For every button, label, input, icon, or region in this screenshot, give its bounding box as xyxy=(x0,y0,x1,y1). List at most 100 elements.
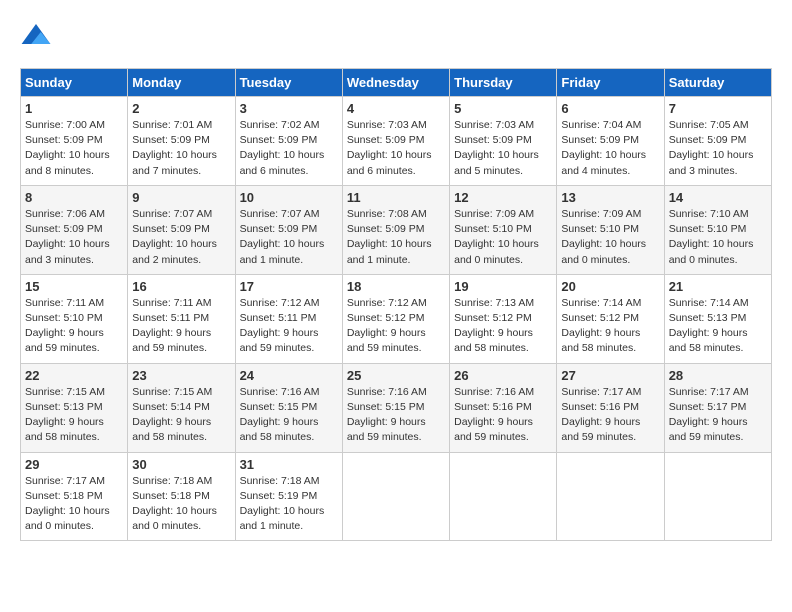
calendar-cell: 20 Sunrise: 7:14 AM Sunset: 5:12 PM Dayl… xyxy=(557,274,664,363)
day-info: Sunrise: 7:09 AM Sunset: 5:10 PM Dayligh… xyxy=(454,207,552,268)
calendar-cell: 21 Sunrise: 7:14 AM Sunset: 5:13 PM Dayl… xyxy=(664,274,771,363)
day-number: 18 xyxy=(347,279,445,294)
day-number: 15 xyxy=(25,279,123,294)
day-info: Sunrise: 7:07 AM Sunset: 5:09 PM Dayligh… xyxy=(240,207,338,268)
day-number: 29 xyxy=(25,457,123,472)
day-number: 23 xyxy=(132,368,230,383)
calendar-cell: 15 Sunrise: 7:11 AM Sunset: 5:10 PM Dayl… xyxy=(21,274,128,363)
calendar-cell: 25 Sunrise: 7:16 AM Sunset: 5:15 PM Dayl… xyxy=(342,363,449,452)
calendar-cell: 12 Sunrise: 7:09 AM Sunset: 5:10 PM Dayl… xyxy=(450,185,557,274)
calendar-week-5: 29 Sunrise: 7:17 AM Sunset: 5:18 PM Dayl… xyxy=(21,452,772,541)
day-number: 10 xyxy=(240,190,338,205)
calendar-week-3: 15 Sunrise: 7:11 AM Sunset: 5:10 PM Dayl… xyxy=(21,274,772,363)
day-info: Sunrise: 7:10 AM Sunset: 5:10 PM Dayligh… xyxy=(669,207,767,268)
calendar-cell: 10 Sunrise: 7:07 AM Sunset: 5:09 PM Dayl… xyxy=(235,185,342,274)
calendar-cell xyxy=(557,452,664,541)
calendar-table: SundayMondayTuesdayWednesdayThursdayFrid… xyxy=(20,68,772,541)
calendar-cell: 30 Sunrise: 7:18 AM Sunset: 5:18 PM Dayl… xyxy=(128,452,235,541)
day-info: Sunrise: 7:16 AM Sunset: 5:15 PM Dayligh… xyxy=(347,385,445,446)
calendar-cell: 14 Sunrise: 7:10 AM Sunset: 5:10 PM Dayl… xyxy=(664,185,771,274)
day-info: Sunrise: 7:07 AM Sunset: 5:09 PM Dayligh… xyxy=(132,207,230,268)
calendar-cell: 4 Sunrise: 7:03 AM Sunset: 5:09 PM Dayli… xyxy=(342,97,449,186)
calendar-cell: 13 Sunrise: 7:09 AM Sunset: 5:10 PM Dayl… xyxy=(557,185,664,274)
column-header-sunday: Sunday xyxy=(21,69,128,97)
calendar-cell: 27 Sunrise: 7:17 AM Sunset: 5:16 PM Dayl… xyxy=(557,363,664,452)
day-number: 31 xyxy=(240,457,338,472)
day-number: 11 xyxy=(347,190,445,205)
day-info: Sunrise: 7:15 AM Sunset: 5:14 PM Dayligh… xyxy=(132,385,230,446)
day-number: 27 xyxy=(561,368,659,383)
column-header-monday: Monday xyxy=(128,69,235,97)
calendar-week-2: 8 Sunrise: 7:06 AM Sunset: 5:09 PM Dayli… xyxy=(21,185,772,274)
day-info: Sunrise: 7:12 AM Sunset: 5:11 PM Dayligh… xyxy=(240,296,338,357)
day-number: 24 xyxy=(240,368,338,383)
day-number: 4 xyxy=(347,101,445,116)
calendar-cell: 5 Sunrise: 7:03 AM Sunset: 5:09 PM Dayli… xyxy=(450,97,557,186)
calendar-cell xyxy=(342,452,449,541)
day-number: 20 xyxy=(561,279,659,294)
day-info: Sunrise: 7:17 AM Sunset: 5:16 PM Dayligh… xyxy=(561,385,659,446)
day-info: Sunrise: 7:04 AM Sunset: 5:09 PM Dayligh… xyxy=(561,118,659,179)
calendar-cell: 29 Sunrise: 7:17 AM Sunset: 5:18 PM Dayl… xyxy=(21,452,128,541)
page-header xyxy=(20,20,772,52)
day-info: Sunrise: 7:03 AM Sunset: 5:09 PM Dayligh… xyxy=(454,118,552,179)
calendar-cell xyxy=(450,452,557,541)
column-header-friday: Friday xyxy=(557,69,664,97)
day-number: 21 xyxy=(669,279,767,294)
day-number: 26 xyxy=(454,368,552,383)
column-header-saturday: Saturday xyxy=(664,69,771,97)
day-info: Sunrise: 7:17 AM Sunset: 5:18 PM Dayligh… xyxy=(25,474,123,535)
day-info: Sunrise: 7:05 AM Sunset: 5:09 PM Dayligh… xyxy=(669,118,767,179)
calendar-cell: 18 Sunrise: 7:12 AM Sunset: 5:12 PM Dayl… xyxy=(342,274,449,363)
calendar-week-1: 1 Sunrise: 7:00 AM Sunset: 5:09 PM Dayli… xyxy=(21,97,772,186)
day-number: 30 xyxy=(132,457,230,472)
day-info: Sunrise: 7:01 AM Sunset: 5:09 PM Dayligh… xyxy=(132,118,230,179)
calendar-cell: 1 Sunrise: 7:00 AM Sunset: 5:09 PM Dayli… xyxy=(21,97,128,186)
day-info: Sunrise: 7:08 AM Sunset: 5:09 PM Dayligh… xyxy=(347,207,445,268)
day-info: Sunrise: 7:12 AM Sunset: 5:12 PM Dayligh… xyxy=(347,296,445,357)
calendar-week-4: 22 Sunrise: 7:15 AM Sunset: 5:13 PM Dayl… xyxy=(21,363,772,452)
calendar-cell: 31 Sunrise: 7:18 AM Sunset: 5:19 PM Dayl… xyxy=(235,452,342,541)
day-number: 9 xyxy=(132,190,230,205)
calendar-cell: 8 Sunrise: 7:06 AM Sunset: 5:09 PM Dayli… xyxy=(21,185,128,274)
calendar-cell: 3 Sunrise: 7:02 AM Sunset: 5:09 PM Dayli… xyxy=(235,97,342,186)
calendar-cell: 11 Sunrise: 7:08 AM Sunset: 5:09 PM Dayl… xyxy=(342,185,449,274)
calendar-cell: 26 Sunrise: 7:16 AM Sunset: 5:16 PM Dayl… xyxy=(450,363,557,452)
day-number: 12 xyxy=(454,190,552,205)
day-number: 28 xyxy=(669,368,767,383)
calendar-cell: 22 Sunrise: 7:15 AM Sunset: 5:13 PM Dayl… xyxy=(21,363,128,452)
day-number: 8 xyxy=(25,190,123,205)
calendar-cell: 19 Sunrise: 7:13 AM Sunset: 5:12 PM Dayl… xyxy=(450,274,557,363)
day-info: Sunrise: 7:06 AM Sunset: 5:09 PM Dayligh… xyxy=(25,207,123,268)
day-number: 3 xyxy=(240,101,338,116)
day-info: Sunrise: 7:14 AM Sunset: 5:13 PM Dayligh… xyxy=(669,296,767,357)
day-info: Sunrise: 7:18 AM Sunset: 5:18 PM Dayligh… xyxy=(132,474,230,535)
calendar-cell: 17 Sunrise: 7:12 AM Sunset: 5:11 PM Dayl… xyxy=(235,274,342,363)
day-info: Sunrise: 7:18 AM Sunset: 5:19 PM Dayligh… xyxy=(240,474,338,535)
day-info: Sunrise: 7:16 AM Sunset: 5:15 PM Dayligh… xyxy=(240,385,338,446)
day-info: Sunrise: 7:09 AM Sunset: 5:10 PM Dayligh… xyxy=(561,207,659,268)
column-header-wednesday: Wednesday xyxy=(342,69,449,97)
day-info: Sunrise: 7:00 AM Sunset: 5:09 PM Dayligh… xyxy=(25,118,123,179)
day-number: 16 xyxy=(132,279,230,294)
column-header-thursday: Thursday xyxy=(450,69,557,97)
day-info: Sunrise: 7:03 AM Sunset: 5:09 PM Dayligh… xyxy=(347,118,445,179)
calendar-cell: 7 Sunrise: 7:05 AM Sunset: 5:09 PM Dayli… xyxy=(664,97,771,186)
day-number: 2 xyxy=(132,101,230,116)
day-number: 14 xyxy=(669,190,767,205)
day-number: 1 xyxy=(25,101,123,116)
calendar-cell: 6 Sunrise: 7:04 AM Sunset: 5:09 PM Dayli… xyxy=(557,97,664,186)
logo xyxy=(20,20,56,52)
day-info: Sunrise: 7:11 AM Sunset: 5:11 PM Dayligh… xyxy=(132,296,230,357)
day-number: 6 xyxy=(561,101,659,116)
calendar-cell: 2 Sunrise: 7:01 AM Sunset: 5:09 PM Dayli… xyxy=(128,97,235,186)
column-header-tuesday: Tuesday xyxy=(235,69,342,97)
calendar-cell: 16 Sunrise: 7:11 AM Sunset: 5:11 PM Dayl… xyxy=(128,274,235,363)
day-info: Sunrise: 7:13 AM Sunset: 5:12 PM Dayligh… xyxy=(454,296,552,357)
calendar-cell: 9 Sunrise: 7:07 AM Sunset: 5:09 PM Dayli… xyxy=(128,185,235,274)
calendar-cell: 24 Sunrise: 7:16 AM Sunset: 5:15 PM Dayl… xyxy=(235,363,342,452)
day-number: 7 xyxy=(669,101,767,116)
day-info: Sunrise: 7:11 AM Sunset: 5:10 PM Dayligh… xyxy=(25,296,123,357)
day-info: Sunrise: 7:17 AM Sunset: 5:17 PM Dayligh… xyxy=(669,385,767,446)
day-number: 22 xyxy=(25,368,123,383)
